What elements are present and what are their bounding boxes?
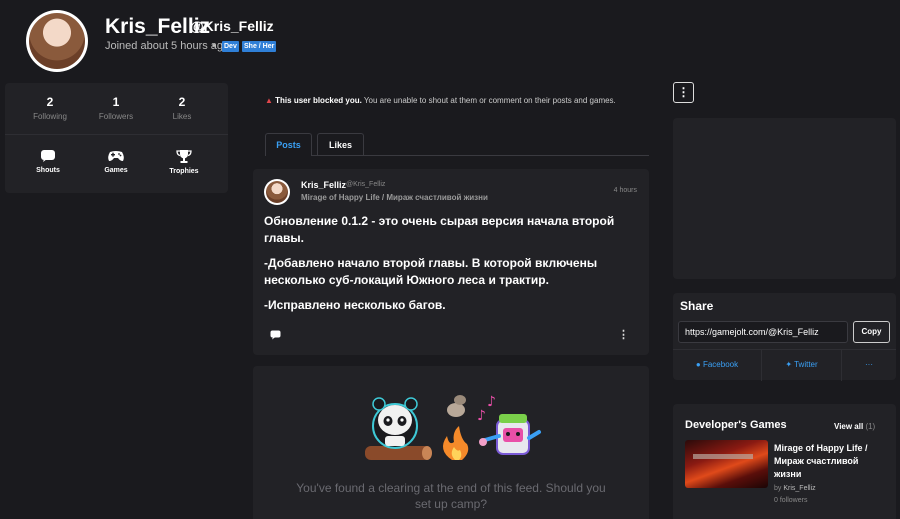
svg-text:♪: ♪ bbox=[477, 408, 486, 424]
joined-date: Joined about 5 hours ago bbox=[105, 40, 230, 52]
blocked-title: This user blocked you. bbox=[275, 96, 362, 105]
shouts-link[interactable]: Shouts bbox=[18, 149, 78, 174]
stat-value: 1 bbox=[112, 95, 120, 109]
trophies-link[interactable]: Trophies bbox=[154, 149, 214, 175]
share-title: Share bbox=[680, 299, 714, 313]
share-facebook-label: Facebook bbox=[702, 360, 739, 369]
stat-followers[interactable]: 1 Followers bbox=[86, 95, 146, 121]
post-handle[interactable]: @Kris_Felliz bbox=[346, 181, 385, 188]
game-by-label: by bbox=[774, 485, 782, 492]
facebook-icon: ● bbox=[695, 360, 701, 369]
pronoun-tag: She / Her bbox=[242, 41, 277, 52]
share-more-button[interactable]: ··· bbox=[842, 350, 896, 381]
copy-button[interactable]: Copy bbox=[853, 321, 890, 343]
link-label: Trophies bbox=[169, 168, 199, 175]
camp-illustration-icon: ♪ ♪ bbox=[365, 394, 541, 460]
warning-icon: ▲ bbox=[265, 96, 273, 105]
dev-tag: Dev bbox=[222, 41, 239, 52]
stat-value: 2 bbox=[46, 95, 54, 109]
game-author: by Kris_Felliz bbox=[774, 485, 816, 492]
ad-placeholder bbox=[673, 118, 896, 279]
profile-more-button[interactable]: ⋮ bbox=[673, 82, 694, 103]
post-paragraph: -Исправлено несколько багов. bbox=[264, 298, 446, 312]
link-label: Games bbox=[104, 167, 128, 174]
stat-label: Following bbox=[33, 112, 67, 121]
divider bbox=[5, 134, 228, 135]
tab-posts[interactable]: Posts bbox=[265, 133, 312, 156]
post-time: 4 hours bbox=[613, 187, 637, 194]
separator-dot: • bbox=[212, 40, 216, 52]
view-all-count: (1) bbox=[865, 422, 876, 431]
share-twitter-label: Twitter bbox=[794, 360, 818, 369]
chat-bubble-icon bbox=[41, 150, 55, 162]
game-title[interactable]: Mirage of Happy Life / Мираж счастливой … bbox=[774, 442, 884, 481]
dev-games-title: Developer's Games bbox=[685, 419, 787, 431]
profile-header: Kris_Felliz @Kris_Felliz Joined about 5 … bbox=[0, 0, 900, 80]
profile-stats-panel: 2 Following 1 Followers 2 Likes Shouts G… bbox=[5, 83, 228, 193]
gamepad-icon bbox=[108, 151, 124, 161]
feed-end-panel: ♪ ♪ You've found a clearing at the end o… bbox=[253, 366, 649, 519]
share-twitter-button[interactable]: ✦ Twitter bbox=[762, 350, 842, 381]
post-game-link[interactable]: Mirage of Happy Life / Мираж счастливой … bbox=[301, 193, 488, 202]
stat-value: 2 bbox=[178, 95, 186, 109]
post-more-button[interactable]: ⋮ bbox=[618, 328, 629, 341]
post-body: Обновление 0.1.2 - это очень сырая верси… bbox=[264, 213, 640, 322]
game-followers: 0 followers bbox=[774, 497, 808, 504]
trophy-icon bbox=[176, 150, 192, 163]
share-options: ● Facebook ✦ Twitter ··· bbox=[673, 349, 896, 381]
tab-likes[interactable]: Likes bbox=[317, 133, 364, 156]
profile-handle: @Kris_Felliz bbox=[190, 18, 274, 34]
stat-likes[interactable]: 2 Likes bbox=[152, 95, 212, 121]
share-panel: Share https://gamejolt.com/@Kris_Felliz … bbox=[673, 293, 896, 381]
post-paragraph: Обновление 0.1.2 - это очень сырая верси… bbox=[264, 214, 615, 245]
games-link[interactable]: Games bbox=[86, 149, 146, 174]
game-by-author[interactable]: Kris_Felliz bbox=[783, 485, 815, 492]
view-all-label: View all bbox=[834, 422, 864, 431]
post-author[interactable]: Kris_Felliz bbox=[301, 180, 346, 190]
blocked-notice: ▲ This user blocked you. You are unable … bbox=[265, 96, 616, 105]
twitter-icon: ✦ bbox=[785, 360, 793, 369]
comment-icon[interactable] bbox=[270, 330, 281, 340]
post-card: Kris_Felliz @Kris_Felliz Mirage of Happy… bbox=[253, 169, 649, 355]
stat-label: Likes bbox=[172, 112, 192, 121]
share-facebook-button[interactable]: ● Facebook bbox=[673, 350, 762, 381]
stat-following[interactable]: 2 Following bbox=[20, 95, 80, 121]
view-all-link[interactable]: View all (1) bbox=[834, 422, 875, 431]
share-url-field[interactable]: https://gamejolt.com/@Kris_Felliz bbox=[678, 321, 848, 343]
feed-tabs: Posts Likes bbox=[265, 133, 649, 156]
feed-end-message: You've found a clearing at the end of th… bbox=[296, 481, 606, 511]
blocked-text: You are unable to shout at them or comme… bbox=[361, 96, 616, 105]
stat-label: Followers bbox=[98, 112, 134, 121]
post-avatar[interactable] bbox=[264, 179, 290, 205]
svg-text:♪: ♪ bbox=[487, 394, 496, 410]
game-thumbnail[interactable] bbox=[685, 440, 768, 488]
post-paragraph: -Добавлено начало второй главы. В которо… bbox=[264, 256, 598, 287]
avatar[interactable] bbox=[26, 10, 88, 72]
developer-games-panel: Developer's Games View all (1) Mirage of… bbox=[673, 404, 896, 519]
link-label: Shouts bbox=[36, 167, 60, 174]
